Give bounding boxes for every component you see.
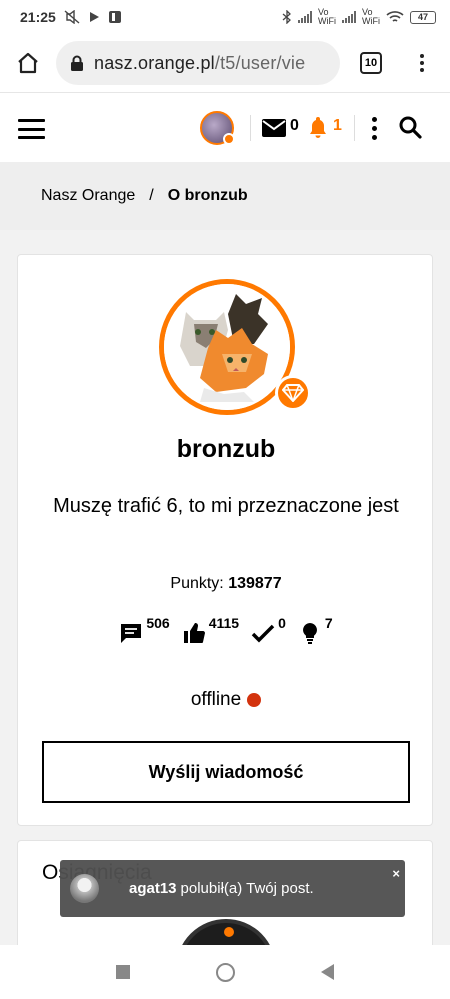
checkmark-icon — [251, 624, 275, 643]
wifi-icon — [386, 11, 404, 22]
battery-icon: 47 — [410, 10, 436, 24]
stat-likes: 4115 — [182, 615, 239, 645]
rank-diamond-icon — [275, 375, 311, 411]
stat-ideas-count: 7 — [324, 615, 333, 631]
browser-toolbar: nasz.orange.pl/t5/user/vie 10 — [0, 34, 450, 92]
lock-icon — [71, 55, 83, 71]
profile-stats: 506 4115 0 7 — [18, 615, 434, 645]
tabs-button[interactable]: 10 — [340, 34, 402, 92]
toast-user-avatar — [70, 874, 99, 903]
breadcrumb-current: O bronzub — [167, 187, 248, 204]
url-text: nasz.orange.pl/t5/user/vie — [94, 53, 305, 74]
home-button[interactable] — [0, 34, 56, 92]
home-icon — [18, 52, 38, 74]
toast-username: agat13 — [129, 880, 177, 897]
notifications-count: 1 — [333, 117, 342, 134]
profile-card: bronzub Muszę trafić 6, to mi przeznaczo… — [17, 254, 433, 826]
mail-icon[interactable] — [262, 119, 286, 137]
cats-avatar-image — [164, 284, 290, 410]
lightbulb-icon — [302, 623, 317, 644]
home-circle-icon[interactable] — [216, 962, 235, 982]
url-path: /t5/user/vie — [214, 52, 306, 73]
status-time: 21:25 — [20, 9, 56, 25]
app-notification-icon — [108, 11, 121, 23]
breadcrumb: Nasz Orange / O bronzub — [0, 162, 450, 230]
signal-icon — [298, 11, 312, 23]
messages-count: 0 — [290, 117, 299, 134]
header-divider-2 — [354, 115, 355, 141]
stat-likes-count: 4115 — [208, 615, 240, 631]
send-message-button[interactable]: Wyślij wiadomość — [42, 741, 410, 803]
stat-messages-count: 506 — [146, 615, 170, 631]
status-text: offline — [190, 689, 242, 710]
profile-username: bronzub — [176, 435, 276, 463]
user-avatar[interactable] — [200, 111, 235, 145]
stat-ideas: 7 — [298, 615, 333, 645]
profile-points: Punkty: 139877 — [18, 575, 434, 593]
thumbs-up-icon — [183, 623, 205, 643]
system-navigation-bar — [0, 945, 450, 999]
points-value: 139877 — [228, 575, 282, 592]
stat-solutions: 0 — [251, 615, 286, 645]
url-host: nasz.orange.pl — [94, 52, 215, 73]
signal-icon-2 — [342, 11, 356, 23]
back-icon[interactable] — [321, 964, 334, 980]
site-header: 0 1 — [0, 92, 450, 162]
bluetooth-icon — [282, 10, 291, 24]
notification-toast[interactable]: agat13 polubił(a) Twój post. × — [60, 860, 405, 917]
close-icon[interactable]: × — [392, 866, 400, 881]
status-bar: 21:25 Vo WiFi Vo WiFi 47 — [0, 0, 450, 34]
vowifi-label-1: Vo WiFi — [318, 7, 336, 26]
rank-badge-icon — [223, 133, 235, 145]
mute-icon — [64, 10, 80, 24]
breadcrumb-home-link[interactable]: Nasz Orange — [41, 187, 135, 205]
address-bar[interactable]: nasz.orange.pl/t5/user/vie — [56, 41, 340, 85]
header-divider — [250, 115, 251, 141]
status-dot-icon — [247, 693, 262, 707]
profile-motto: Muszę trafić 6, to mi przeznaczone jest — [53, 495, 399, 517]
stat-solutions-count: 0 — [278, 615, 286, 631]
more-menu-icon[interactable] — [372, 117, 377, 140]
recents-icon[interactable] — [116, 965, 130, 979]
vowifi-label-2: Vo WiFi — [362, 7, 380, 26]
browser-menu-button[interactable] — [402, 34, 442, 92]
search-icon[interactable] — [398, 115, 422, 139]
online-status: offline — [18, 689, 434, 711]
breadcrumb-separator: / — [149, 187, 154, 204]
play-icon — [89, 12, 99, 22]
tab-count: 10 — [360, 52, 382, 74]
hamburger-menu-icon[interactable] — [18, 119, 45, 139]
points-label: Punkty: — [170, 575, 224, 592]
bell-icon[interactable] — [306, 115, 330, 139]
toast-message: polubił(a) Twój post. — [180, 880, 314, 897]
stat-messages: 506 — [119, 615, 170, 645]
comment-icon — [121, 624, 142, 643]
